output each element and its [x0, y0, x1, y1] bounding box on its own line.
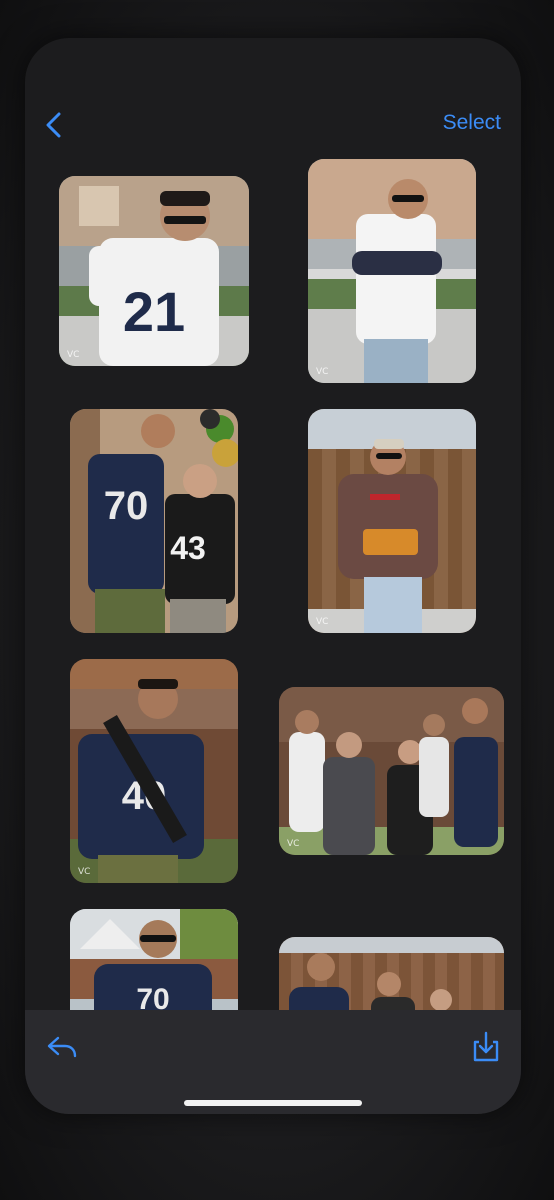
photo-2-image: [308, 159, 476, 383]
svg-text:70: 70: [104, 484, 149, 528]
watermark: VC: [78, 867, 91, 877]
photo-4-image: [308, 409, 476, 633]
photo-man-dad-to-be-sash[interactable]: 40 VC: [70, 659, 238, 883]
photo-8-image: [279, 937, 504, 1010]
photo-3-image: 70 43: [70, 409, 238, 633]
reply-arrow-icon: [47, 1036, 77, 1058]
photo-5-image: 40: [70, 659, 238, 883]
photo-man-holding-snacks[interactable]: VC: [308, 409, 476, 633]
photo-6-image: [279, 687, 504, 855]
photo-group-party[interactable]: VC: [279, 687, 504, 855]
back-button[interactable]: [43, 110, 67, 140]
watermark: VC: [287, 839, 300, 849]
photo-man-dad-to-be-gazebo[interactable]: 70: [70, 909, 238, 1010]
download-icon: [473, 1031, 499, 1062]
reply-button[interactable]: [45, 1030, 79, 1064]
photo-couple-70-43-jerseys[interactable]: 70 43: [70, 409, 238, 633]
photo-1-image: 21: [59, 176, 249, 366]
watermark: VC: [316, 617, 329, 627]
photo-man-21-jersey-arms-crossed[interactable]: VC: [308, 159, 476, 383]
svg-text:43: 43: [170, 530, 206, 566]
svg-text:70: 70: [136, 983, 169, 1010]
bottom-toolbar: [25, 1010, 521, 1114]
save-button[interactable]: [469, 1030, 503, 1064]
watermark: VC: [316, 367, 329, 377]
home-indicator[interactable]: [184, 1100, 362, 1106]
photo-man-21-jersey-sunglasses[interactable]: 21 VC: [59, 176, 249, 366]
svg-text:21: 21: [123, 280, 185, 343]
select-button[interactable]: Select: [443, 111, 501, 135]
photo-sheet: 21 VC VC 70 43 VC 40 VC VC 70 Select: [25, 38, 521, 1114]
photo-7-image: 70: [70, 909, 238, 1010]
photo-grid: 21 VC VC 70 43 VC 40 VC VC 70: [25, 38, 521, 1010]
chevron-left-icon: [46, 112, 61, 138]
photo-group-fence[interactable]: [279, 937, 504, 1010]
watermark: VC: [67, 350, 80, 360]
